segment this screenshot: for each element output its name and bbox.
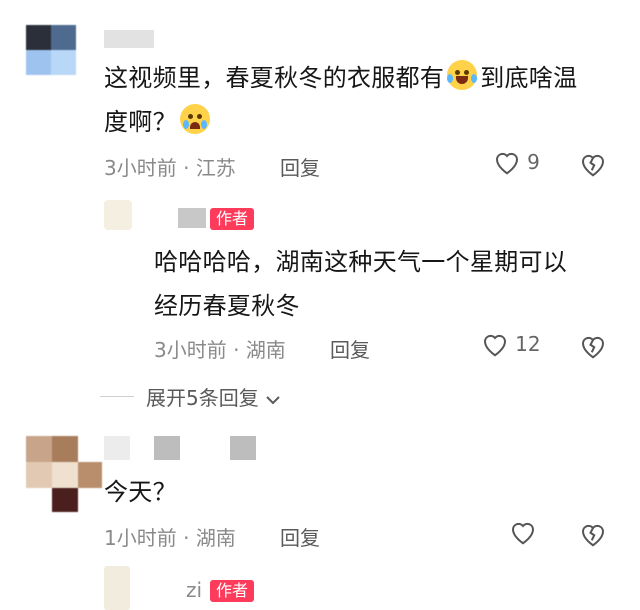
author-badge: 作者 — [210, 208, 255, 230]
avatar[interactable] — [104, 200, 132, 230]
username-blurred[interactable] — [104, 436, 130, 460]
like-button[interactable]: 12 — [480, 330, 541, 362]
comment-text: 今天？ — [104, 478, 177, 506]
comment-meta: 3小时前 · 江苏 — [104, 156, 236, 180]
chevron-down-icon — [266, 395, 280, 404]
author-name[interactable]: zi — [186, 578, 202, 602]
broken-heart-icon — [581, 154, 605, 177]
dislike-button[interactable] — [578, 520, 608, 552]
avatar[interactable] — [26, 436, 102, 512]
reply-button[interactable]: 回复 — [280, 152, 320, 181]
comment-meta: 1小时前 · 湖南 — [104, 526, 236, 550]
heart-icon — [511, 522, 535, 545]
dislike-button[interactable] — [578, 150, 608, 182]
like-button[interactable] — [508, 518, 538, 550]
reply-text: 哈哈哈哈，湖南这种天气一个星期可以 经历春夏秋冬 — [154, 248, 568, 320]
username-blurred[interactable] — [154, 436, 180, 460]
username-blurred[interactable] — [178, 208, 206, 228]
avatar[interactable] — [104, 566, 130, 610]
like-button[interactable]: 9 — [492, 148, 540, 180]
avatar[interactable] — [26, 25, 76, 75]
dislike-button[interactable] — [578, 332, 608, 364]
crying-emoji-icon — [179, 104, 210, 134]
divider — [100, 396, 134, 397]
heart-icon — [483, 334, 507, 357]
expand-replies-button[interactable]: 展开5条回复 — [146, 382, 281, 411]
like-count: 9 — [527, 150, 540, 174]
laughing-crying-emoji-icon — [447, 60, 478, 90]
heart-icon — [495, 152, 519, 175]
like-count: 12 — [515, 332, 541, 356]
reply-meta: 3小时前 · 湖南 — [154, 338, 286, 362]
comment-text: 这视频里，春夏秋冬的衣服都有 到底啥温 度啊？ — [104, 56, 634, 144]
reply-button[interactable]: 回复 — [280, 522, 320, 551]
username-blurred[interactable] — [230, 436, 256, 460]
broken-heart-icon — [581, 336, 605, 359]
username-blurred[interactable] — [104, 30, 154, 48]
reply-button[interactable]: 回复 — [330, 334, 370, 363]
broken-heart-icon — [581, 524, 605, 547]
author-badge: 作者 — [210, 580, 255, 602]
